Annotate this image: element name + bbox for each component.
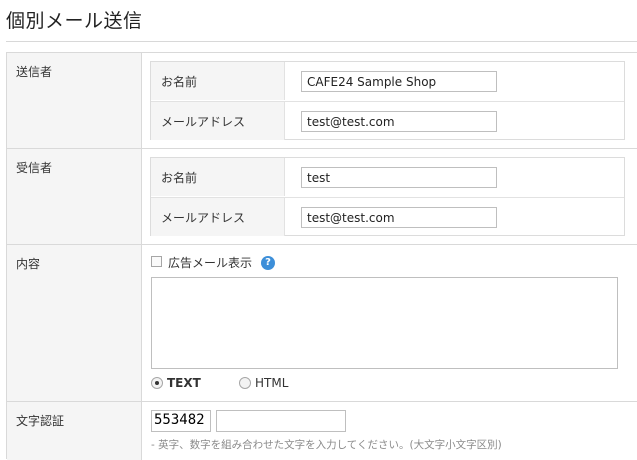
recipient-body: お名前 メールアドレス [142,149,637,244]
recipient-name-row: お名前 [151,158,624,196]
recipient-subtable: お名前 メールアドレス [150,157,625,236]
recipient-row: 受信者 お名前 メールアドレス [7,149,637,245]
sender-email-label: メールアドレス [151,102,285,140]
content-label: 内容 [7,245,142,401]
recipient-email-row: メールアドレス [151,197,624,236]
captcha-row: 文字認証 553482 - 英字、数字を組み合わせた文字を入力してください。(大… [7,402,637,460]
sender-row: 送信者 お名前 メールアドレス [7,53,637,149]
content-row: 内容 広告メール表示 ? TEXT HTML [7,245,637,402]
recipient-name-input[interactable] [301,167,497,188]
mail-form: 送信者 お名前 メールアドレス 受信者 お名前 [6,52,637,460]
captcha-note: - 英字、数字を組み合わせた文字を入力してください。(大文字小文字区別) [151,439,502,451]
title-divider [6,41,637,42]
recipient-label: 受信者 [7,149,142,244]
sender-email-input[interactable] [301,111,497,132]
sender-name-label: お名前 [151,62,285,100]
ad-checkbox-label[interactable]: 広告メール表示 [168,254,252,271]
content-body: 広告メール表示 ? TEXT HTML [142,245,637,401]
sender-email-row: メールアドレス [151,101,624,140]
page-title: 個別メール送信 [6,10,143,32]
sender-body: お名前 メールアドレス [142,53,637,148]
ad-checkbox[interactable] [151,256,162,267]
recipient-email-input[interactable] [301,207,497,228]
message-body-textarea[interactable] [151,277,618,369]
captcha-label: 文字認証 [7,402,142,460]
captcha-code: 553482 [151,410,211,432]
format-text-label[interactable]: TEXT [167,376,201,390]
help-icon[interactable]: ? [261,256,275,270]
recipient-name-label: お名前 [151,158,285,196]
captcha-body: 553482 - 英字、数字を組み合わせた文字を入力してください。(大文字小文字… [142,402,637,460]
format-text-radio[interactable] [151,377,163,389]
format-html-radio[interactable] [239,377,251,389]
format-html-label[interactable]: HTML [255,376,288,390]
sender-name-input[interactable] [301,71,497,92]
recipient-email-label: メールアドレス [151,198,285,236]
sender-subtable: お名前 メールアドレス [150,61,625,140]
sender-label: 送信者 [7,53,142,148]
sender-name-row: お名前 [151,62,624,100]
captcha-input[interactable] [216,410,346,432]
